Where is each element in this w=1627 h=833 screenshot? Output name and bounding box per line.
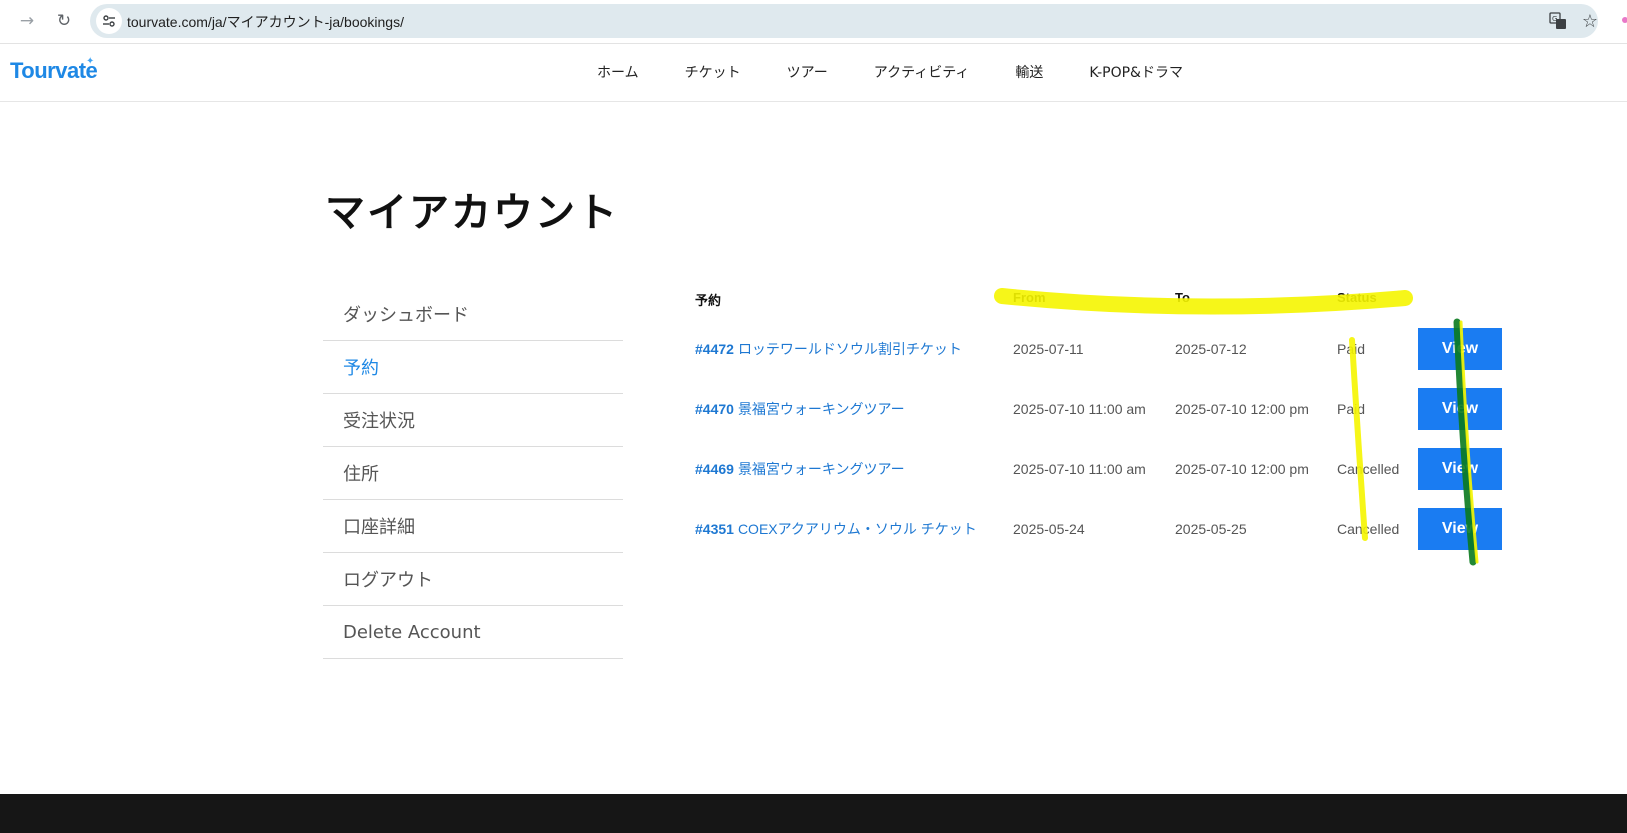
site-footer (0, 794, 1627, 833)
green-view-highlight (1453, 318, 1477, 566)
yellow-header-highlight (994, 288, 1413, 315)
highlighter-annotations (994, 288, 1479, 566)
yellow-status-highlight (1349, 337, 1368, 541)
